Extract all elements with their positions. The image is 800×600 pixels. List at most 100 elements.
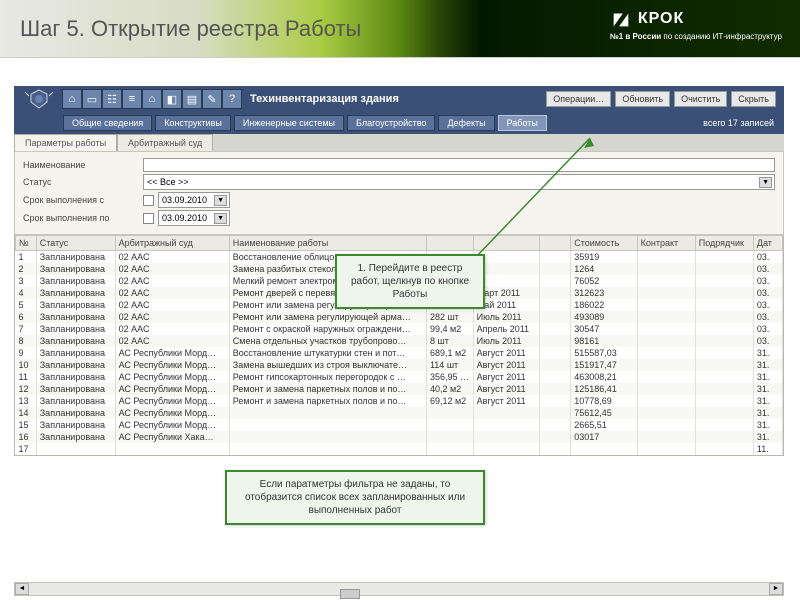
cell: Ремонт и замена паркетных полов и по… xyxy=(229,395,426,407)
cell xyxy=(695,407,753,419)
cell xyxy=(540,263,571,275)
cell xyxy=(695,263,753,275)
cell: 02 ААС xyxy=(115,335,229,347)
col-header-9[interactable]: Подрядчик xyxy=(695,236,753,251)
col-header-10[interactable]: Дат xyxy=(753,236,782,251)
tab-4[interactable]: Дефекты xyxy=(438,115,494,131)
tab-1[interactable]: Конструктивы xyxy=(155,115,231,131)
cell xyxy=(637,443,695,455)
toolbar-title: Техинвентаризация здания xyxy=(250,93,546,105)
tb-icon-1[interactable]: ⌂ xyxy=(62,89,82,109)
tab-2[interactable]: Инженерные системы xyxy=(234,115,344,131)
cell: 30547 xyxy=(571,323,637,335)
cell: Июль 2011 xyxy=(473,311,539,323)
col-header-7[interactable]: Стоимость xyxy=(571,236,637,251)
cell: Запланирована xyxy=(36,419,115,431)
table-row[interactable]: 15ЗапланированаАС Республики Морд…2665,5… xyxy=(16,419,783,431)
tb-icon-6[interactable]: ◧ xyxy=(162,89,182,109)
table-row[interactable]: 1711. xyxy=(16,443,783,455)
table-row[interactable]: 13ЗапланированаАС Республики Морд…Ремонт… xyxy=(16,395,783,407)
scroll-thumb[interactable] xyxy=(340,589,360,599)
col-header-0[interactable]: № xyxy=(16,236,37,251)
cell: 689,1 м2 xyxy=(426,347,473,359)
cell: 186022 xyxy=(571,299,637,311)
tb-icon-3[interactable]: ☷ xyxy=(102,89,122,109)
cell: 03. xyxy=(753,287,782,299)
tab-3[interactable]: Благоустройство xyxy=(347,115,435,131)
table-row[interactable]: 16ЗапланированаАС Республики Хака…030173… xyxy=(16,431,783,443)
filter-to-date[interactable]: 03.09.2010 xyxy=(158,210,230,226)
cell: 9 xyxy=(16,347,37,359)
cell xyxy=(426,431,473,443)
cell: 15 xyxy=(16,419,37,431)
cell: 31. xyxy=(753,419,782,431)
tb-icon-9[interactable]: ? xyxy=(222,89,242,109)
tb-icon-2[interactable]: ▭ xyxy=(82,89,102,109)
table-row[interactable]: 10ЗапланированаАС Республики Морд…Замена… xyxy=(16,359,783,371)
cell: 35919 xyxy=(571,251,637,264)
clear-button[interactable]: Очистить xyxy=(674,91,727,107)
filter-to-check[interactable] xyxy=(143,213,154,224)
cell: Запланирована xyxy=(36,335,115,347)
cell: Смена отдельных участков трубопрово… xyxy=(229,335,426,347)
scroll-left-button[interactable]: ◄ xyxy=(15,583,29,595)
col-header-6[interactable] xyxy=(540,236,571,251)
scroll-right-button[interactable]: ► xyxy=(769,583,783,595)
cell: АС Республики Морд… xyxy=(115,419,229,431)
tab-0[interactable]: Общие сведения xyxy=(63,115,152,131)
cell xyxy=(637,263,695,275)
filter-to-label: Срок выполнения по xyxy=(23,213,143,223)
tb-icon-7[interactable]: ▤ xyxy=(182,89,202,109)
app-toolbar: ⌂ ▭ ☷ ≡ ⌂ ◧ ▤ ✎ ? Техинвентаризация здан… xyxy=(14,86,784,112)
col-header-2[interactable]: Арбитражный суд xyxy=(115,236,229,251)
filter-status-select[interactable]: << Все >> xyxy=(143,174,775,190)
cell xyxy=(695,395,753,407)
tb-icon-4[interactable]: ≡ xyxy=(122,89,142,109)
table-row[interactable]: 11ЗапланированаАС Республики Морд…Ремонт… xyxy=(16,371,783,383)
brand-logo-icon xyxy=(610,8,632,30)
tab-5[interactable]: Работы xyxy=(498,115,547,131)
cell: 312623 xyxy=(571,287,637,299)
cell: 14 xyxy=(16,407,37,419)
cell: АС Республики Морд… xyxy=(115,359,229,371)
cell xyxy=(229,443,426,455)
subtab-0[interactable]: Параметры работы xyxy=(14,134,117,151)
col-header-1[interactable]: Статус xyxy=(36,236,115,251)
col-header-5[interactable] xyxy=(473,236,539,251)
cell: 02 ААС xyxy=(115,323,229,335)
table-row[interactable]: 6Запланирована02 ААСРемонт или замена ре… xyxy=(16,311,783,323)
tb-icon-8[interactable]: ✎ xyxy=(202,89,222,109)
filter-from-date[interactable]: 03.09.2010 xyxy=(158,192,230,208)
table-row[interactable]: 9ЗапланированаАС Республики Морд…Восстан… xyxy=(16,347,783,359)
table-row[interactable]: 8Запланирована02 ААССмена отдельных учас… xyxy=(16,335,783,347)
hide-button[interactable]: Скрыть xyxy=(731,91,776,107)
ops-button[interactable]: Операции… xyxy=(546,91,611,107)
table-row[interactable]: 14ЗапланированаАС Республики Морд…75612,… xyxy=(16,407,783,419)
col-header-8[interactable]: Контракт xyxy=(637,236,695,251)
tb-icon-5[interactable]: ⌂ xyxy=(142,89,162,109)
cell xyxy=(637,419,695,431)
subtab-1[interactable]: Арбитражный суд xyxy=(117,134,213,151)
col-header-3[interactable]: Наименование работы xyxy=(229,236,426,251)
cell xyxy=(540,299,571,311)
filter-from-check[interactable] xyxy=(143,195,154,206)
state-emblem-icon xyxy=(18,86,60,112)
table-row[interactable]: 7Запланирована02 ААСРемонт с окраской на… xyxy=(16,323,783,335)
cell: 02 ААС xyxy=(115,287,229,299)
horizontal-scrollbar[interactable]: ◄ ► xyxy=(14,582,784,596)
refresh-button[interactable]: Обновить xyxy=(615,91,670,107)
cell xyxy=(695,371,753,383)
cell: 4 xyxy=(16,287,37,299)
cell xyxy=(540,359,571,371)
filter-panel: Наименование Статус << Все >> Срок выпол… xyxy=(14,151,784,235)
cell: 02 ААС xyxy=(115,275,229,287)
record-count: всего 17 записей xyxy=(703,118,774,128)
cell: 282 шт xyxy=(426,311,473,323)
cell xyxy=(540,287,571,299)
filter-name-input[interactable] xyxy=(143,158,775,172)
col-header-4[interactable] xyxy=(426,236,473,251)
table-row[interactable]: 12ЗапланированаАС Республики Морд…Ремонт… xyxy=(16,383,783,395)
cell: Июль 2011 xyxy=(473,335,539,347)
filter-from-value: 03.09.2010 xyxy=(162,195,207,205)
cell xyxy=(540,323,571,335)
